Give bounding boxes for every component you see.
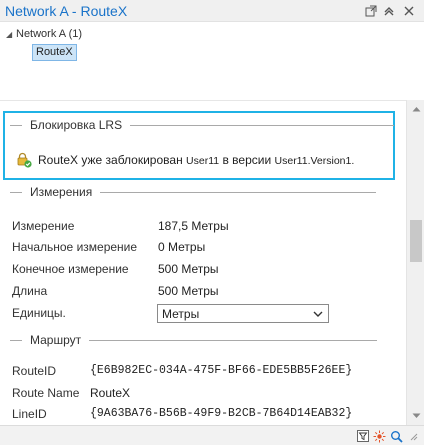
lock-check-icon (17, 152, 32, 168)
section-title: Маршрут (30, 333, 82, 347)
units-selected-value: Метры (162, 306, 200, 321)
scrollbar-thumb[interactable] (410, 220, 422, 262)
tree-node-label: Network A (1) (16, 28, 83, 40)
resize-grip-icon[interactable] (406, 429, 420, 443)
field-value-line-id: {9A63BA76-B56B-49F9-B2CB-7B64D14EAB32} (90, 407, 353, 420)
field-label-from-measure: Начальное измерение (12, 240, 138, 254)
section-header-lock: Блокировка LRS (10, 118, 395, 132)
field-value-route-id: {E6B982EC-034A-475F-BF66-EDE5BB5F26EE} (90, 364, 353, 377)
scroll-up-icon[interactable] (407, 102, 424, 116)
field-label-to-measure: Конечное измерение (12, 262, 129, 276)
field-label-route-id: RouteID (12, 364, 57, 378)
attributes-panel: Блокировка LRS RouteX уже заблокирован U… (0, 100, 406, 425)
expand-arrow-icon[interactable]: ◢ (6, 30, 16, 39)
field-label-units: Единицы. (12, 306, 66, 320)
section-title: Блокировка LRS (30, 118, 123, 132)
collapse-icon[interactable] (382, 4, 396, 18)
section-title: Измерения (30, 185, 93, 199)
lock-version: User11.Version1. (274, 155, 355, 167)
window-title: Network A - RouteX (5, 3, 128, 19)
field-value-length: 500 Метры (158, 284, 219, 298)
section-header-measures: Измерения (10, 185, 377, 199)
bottom-toolbar (0, 425, 424, 445)
close-icon[interactable] (402, 4, 416, 18)
lock-message: RouteX уже заблокирован User11 в версии … (38, 153, 355, 167)
feature-tree: ◢ Network A (1) RouteX (0, 22, 424, 100)
tree-node-route[interactable]: RouteX (32, 44, 77, 61)
field-value-measure: 187,5 Метры (158, 219, 229, 233)
field-value-from-measure: 0 Метры (158, 240, 206, 254)
flash-feature-icon[interactable] (372, 429, 386, 443)
pop-out-icon[interactable] (364, 4, 378, 18)
vertical-scrollbar[interactable] (406, 100, 424, 425)
window-titlebar: Network A - RouteX (0, 0, 424, 22)
tree-node-network[interactable]: ◢ Network A (1) (6, 28, 82, 40)
field-label-route-name: Route Name (12, 386, 80, 400)
zoom-to-icon[interactable] (389, 429, 403, 443)
scroll-down-icon[interactable] (407, 409, 424, 423)
units-dropdown[interactable]: Метры (157, 304, 329, 323)
field-value-route-name: RouteX (90, 386, 131, 400)
chevron-down-icon (313, 311, 323, 317)
lock-user: User11 (186, 155, 220, 167)
filter-icon[interactable] (356, 429, 370, 443)
field-label-length: Длина (12, 284, 48, 298)
lock-status-row: RouteX уже заблокирован User11 в версии … (16, 152, 354, 168)
field-label-line-id: LineID (12, 407, 47, 421)
field-label-measure: Измерение (12, 219, 75, 233)
section-header-route: Маршрут (10, 333, 378, 347)
field-value-to-measure: 500 Метры (158, 262, 219, 276)
